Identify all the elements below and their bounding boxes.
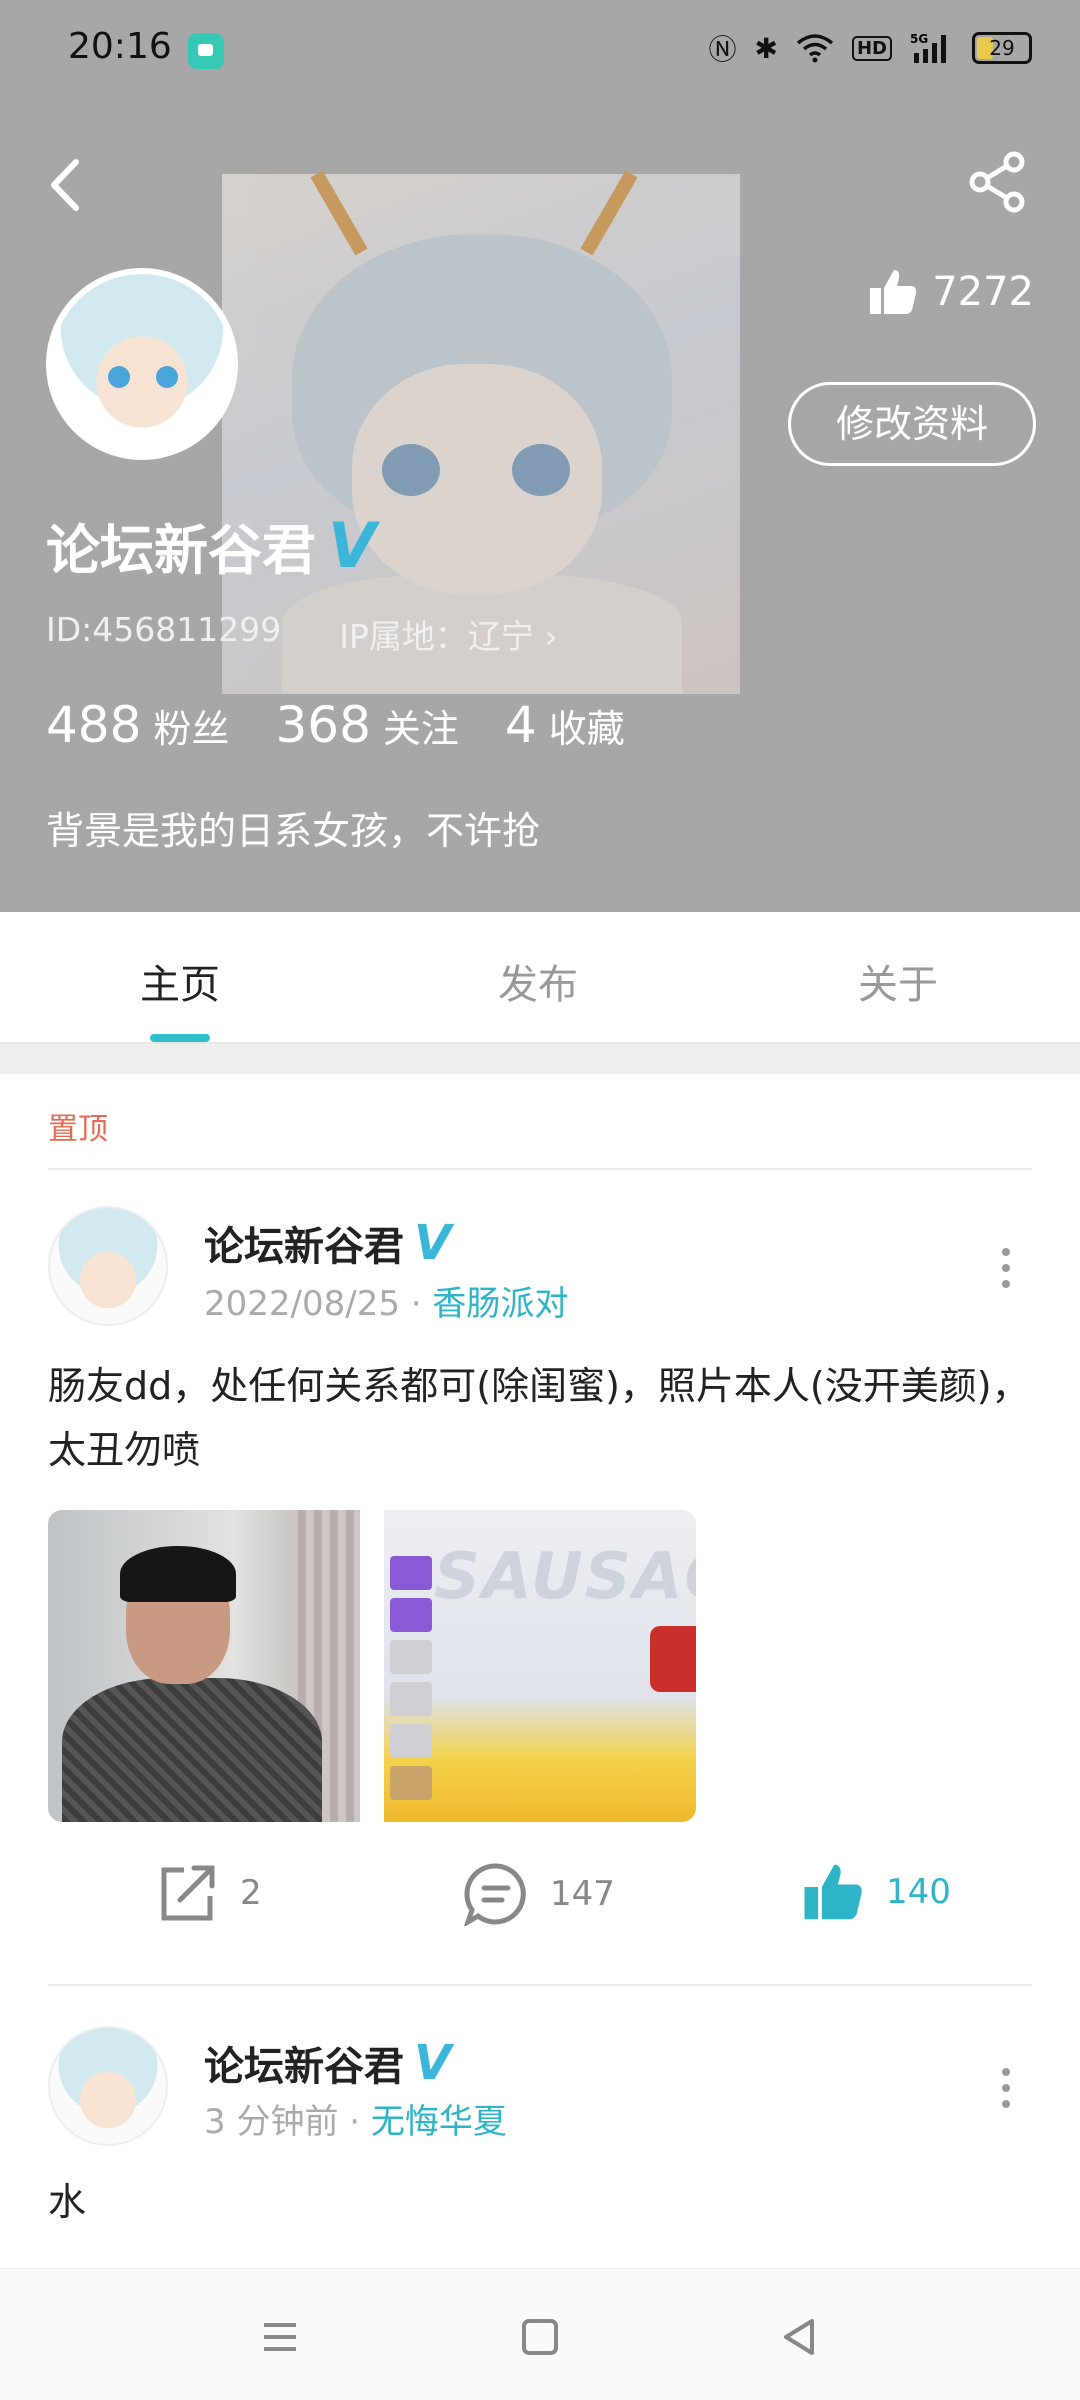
profile-avatar[interactable] — [46, 268, 238, 460]
back-triangle-icon[interactable] — [772, 2309, 828, 2365]
tab-home[interactable]: 主页 — [140, 952, 220, 1010]
tab-indicator — [150, 1034, 210, 1042]
signal-icon: 5G — [910, 32, 946, 63]
post-author: 论坛新谷君 — [204, 1224, 404, 1270]
post-author-row[interactable]: 论坛新谷君 V — [204, 1214, 451, 1272]
verified-badge-icon: V — [414, 1215, 452, 1271]
stat-following[interactable]: 368 关注 — [275, 696, 458, 754]
ip-location-link[interactable]: IP属地：辽宁 › — [339, 610, 557, 658]
profile-name-row: 论坛新谷君 V — [46, 506, 376, 585]
profile-name: 论坛新谷君 — [46, 519, 316, 582]
share-icon[interactable] — [966, 150, 1030, 214]
status-time: 20:16 — [68, 26, 172, 67]
post-topic-tag[interactable]: 香肠派对 — [432, 1284, 568, 1324]
menu-icon[interactable] — [252, 2309, 308, 2365]
system-nav-bar — [0, 2268, 1080, 2400]
bluetooth-icon: ✱ — [754, 31, 778, 65]
thumbs-up-icon — [870, 270, 917, 314]
pinned-label: 置顶 — [48, 1112, 108, 1147]
stat-favorites[interactable]: 4 收藏 — [505, 696, 625, 754]
profile-tabs: 主页 发布 关于 — [0, 912, 1080, 1044]
profile-likes: 7272 — [868, 268, 1034, 316]
post-image-game-screenshot[interactable]: SAUSAG — [384, 1510, 696, 1822]
share-action[interactable]: 2 — [156, 1862, 262, 1924]
nfc-icon: Ⓝ — [708, 33, 737, 66]
hd-icon: HD — [851, 35, 892, 61]
more-options-icon[interactable] — [1000, 2068, 1012, 2108]
share-count: 2 — [240, 1873, 262, 1913]
post-time: 3 分钟前 — [204, 2102, 339, 2142]
section-gap — [0, 1044, 1080, 1074]
edit-profile-button[interactable]: 修改资料 — [788, 382, 1036, 466]
profile-stats: 488 粉丝 368 关注 4 收藏 — [46, 696, 625, 754]
post-actions: 2 147 140 — [0, 1862, 1080, 1942]
verified-badge-icon: V — [328, 509, 376, 582]
post-image-selfie[interactable] — [48, 1510, 360, 1822]
post-topic-tag[interactable]: 无悔华夏 — [371, 2102, 507, 2142]
tab-posts[interactable]: 发布 — [498, 952, 578, 1010]
back-arrow-icon[interactable] — [40, 150, 90, 220]
like-action[interactable]: 140 — [802, 1862, 951, 1922]
profile-header: 20:16 Ⓝ ✱ HD 5G 29 7272 修改资料 论坛新谷君 V ID:… — [0, 0, 1080, 912]
meta-separator: · — [410, 1284, 422, 1324]
post-text[interactable]: 肠友dd，处任何关系都可(除闺蜜)，照片本人(没开美颜)，太丑勿喷 — [48, 1354, 1038, 1482]
post-meta: 2022/08/25 · 香肠派对 — [204, 1276, 568, 1325]
verified-badge-icon: V — [414, 2035, 452, 2091]
post-avatar[interactable] — [48, 1206, 168, 1326]
post-author-row[interactable]: 论坛新谷君 V — [204, 2034, 451, 2092]
profile-id-line: ID:456811299 IP属地：辽宁 › — [46, 610, 558, 658]
post-text[interactable]: 水 — [48, 2170, 1038, 2234]
tab-about[interactable]: 关于 — [858, 952, 938, 1010]
divider — [48, 1984, 1032, 1986]
share-arrow-icon — [161, 1865, 215, 1921]
svg-text:5G: 5G — [910, 32, 928, 46]
post-meta: 3 分钟前 · 无悔华夏 — [204, 2094, 507, 2143]
game-watermark: SAUSAG — [434, 1540, 696, 1614]
home-square-icon[interactable] — [512, 2309, 568, 2365]
post-time: 2022/08/25 — [204, 1284, 400, 1324]
wifi-icon — [796, 34, 834, 63]
profile-bio: 背景是我的日系女孩，不许抢 — [46, 809, 541, 853]
more-options-icon[interactable] — [1000, 1248, 1012, 1288]
post-avatar[interactable] — [48, 2026, 168, 2146]
likes-count: 7272 — [932, 269, 1034, 315]
thumbs-up-filled-icon — [804, 1864, 862, 1920]
battery-icon: 29 — [972, 32, 1032, 64]
status-bar: 20:16 Ⓝ ✱ HD 5G 29 — [0, 0, 1080, 100]
meta-separator: · — [349, 2102, 361, 2142]
app-notification-icon — [188, 33, 224, 69]
comment-icon — [464, 1863, 526, 1926]
comment-count: 147 — [550, 1874, 615, 1914]
comment-action[interactable]: 147 — [464, 1862, 615, 1926]
post-author: 论坛新谷君 — [204, 2044, 404, 2090]
profile-id: ID:456811299 — [46, 610, 282, 649]
divider — [48, 1168, 1032, 1170]
stat-followers[interactable]: 488 粉丝 — [46, 696, 229, 754]
like-count: 140 — [886, 1872, 951, 1912]
